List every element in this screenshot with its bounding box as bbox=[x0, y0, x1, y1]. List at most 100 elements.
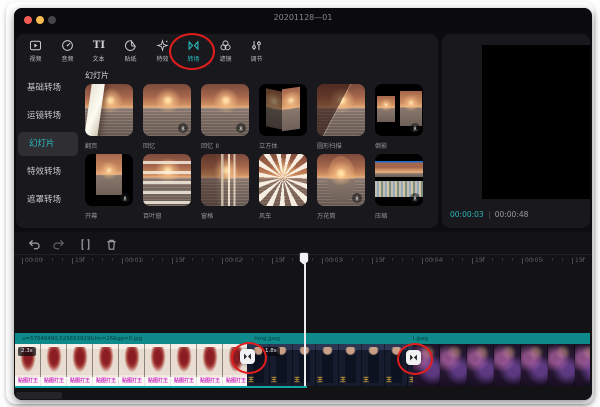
timeline-panel: 00:0015f00:0115f00:0215f00:0315f00:0415f… bbox=[14, 232, 592, 400]
transition-name: 倒影 bbox=[375, 140, 421, 150]
clip-name-bar: timg.jpeg bbox=[247, 333, 413, 344]
filmstrip-frame bbox=[575, 344, 590, 386]
clip-filmstrip: 贴图打王贴图打王贴图打王贴图打王贴图打王贴图打王贴图打王贴图打王贴图打王 bbox=[15, 344, 247, 386]
transition-name: 回忆 II bbox=[201, 140, 247, 150]
filmstrip-frame: 贴图打王 bbox=[171, 344, 197, 386]
transition-thumb-plain[interactable] bbox=[143, 84, 191, 136]
toolbar-item-label: 特效 bbox=[156, 53, 168, 62]
ruler-label: 00:01 bbox=[125, 257, 142, 264]
toolbar-item-label: 文本 bbox=[93, 53, 105, 62]
video-preview[interactable] bbox=[482, 45, 590, 199]
sidebar-item-4[interactable]: 特效转场 bbox=[16, 160, 80, 184]
transition-name: 回忆 bbox=[143, 140, 189, 150]
transition-cell: 开幕 bbox=[85, 154, 133, 220]
transition-cell: 窗格 bbox=[201, 154, 249, 220]
sidebar-item-1[interactable]: 基础转场 bbox=[16, 76, 80, 100]
transition-name: 翻页 bbox=[85, 140, 131, 150]
transition-name: 圆形扫描 bbox=[317, 140, 363, 150]
transition-name: 压缩 bbox=[375, 210, 421, 220]
app-window: 20201128—01 视频音频TI文本贴纸特效转场滤镜调节 基础转场运镜转场幻… bbox=[14, 8, 592, 400]
frame-caption: 贴图打王 bbox=[67, 377, 93, 386]
filmstrip-frame: 贴图打王 bbox=[197, 344, 223, 386]
download-icon bbox=[352, 193, 362, 203]
transition-cell: 立方体 bbox=[259, 84, 307, 150]
top-toolbar: 视频音频TI文本贴纸特效转场滤镜调节 bbox=[20, 37, 273, 65]
clip-filename: timg.jpeg bbox=[247, 335, 280, 341]
frame-caption: 王 bbox=[317, 375, 323, 384]
timeline-clip-3[interactable]: timg-4.jpeg bbox=[413, 333, 590, 386]
text-icon: TI bbox=[93, 39, 105, 52]
frame-caption: 贴图打王 bbox=[93, 377, 119, 386]
transition-effect-overlay bbox=[317, 84, 365, 136]
clip-duration-badge: 1.8s bbox=[262, 347, 280, 356]
clip-name-bar: u=57049490,525653929&fm=26&gp=0.jpg bbox=[15, 333, 247, 344]
frame-caption: 王 bbox=[363, 375, 369, 384]
applied-transition-marker-2[interactable] bbox=[406, 350, 421, 365]
timeline-clip-2[interactable]: timg.jpeg王王王王王王王王 bbox=[247, 333, 413, 386]
transition-thumb-wipe[interactable] bbox=[317, 84, 365, 136]
filmstrip-frame bbox=[440, 344, 467, 386]
transition-name: 立方体 bbox=[259, 140, 305, 150]
adjust-icon bbox=[250, 39, 263, 52]
total-time: 00:00:48 bbox=[495, 210, 529, 219]
frame-caption: 贴图打王 bbox=[171, 377, 197, 386]
transition-thumb-curtain[interactable] bbox=[85, 154, 133, 206]
timeline-clip-1[interactable]: u=57049490,525653929&fm=26&gp=0.jpg贴图打王贴… bbox=[15, 333, 247, 386]
clip-filename: timg-4.jpeg bbox=[413, 335, 428, 341]
transition-cell: 百叶窗 bbox=[143, 154, 191, 220]
applied-transition-marker-1[interactable] bbox=[240, 349, 255, 364]
transition-thumb-panes[interactable] bbox=[201, 154, 249, 206]
transition-thumb-cube[interactable] bbox=[259, 84, 307, 136]
filmstrip-frame: 王 bbox=[339, 344, 362, 386]
sidebar-item-3[interactable]: 幻灯片 bbox=[18, 132, 78, 156]
transition-name: 窗格 bbox=[201, 210, 247, 220]
toolbar-item-audio[interactable]: 音频 bbox=[52, 37, 84, 65]
toolbar-item-filter[interactable]: 滤镜 bbox=[210, 37, 242, 65]
transition-thumb-blinds[interactable] bbox=[143, 154, 191, 206]
transition-cell: 翻页 bbox=[85, 84, 133, 150]
ruler-label: 00:02 bbox=[225, 257, 242, 264]
transition-thumb-compress[interactable] bbox=[375, 154, 423, 206]
frame-caption: 王 bbox=[386, 375, 392, 384]
transition-thumb-plain[interactable] bbox=[201, 84, 249, 136]
transition-thumb-reflect[interactable] bbox=[375, 84, 423, 136]
frame-caption: 王 bbox=[340, 375, 346, 384]
transition-effect-overlay bbox=[143, 154, 191, 206]
transition-cell: 风车 bbox=[259, 154, 307, 220]
transition-thumb-pinwheel[interactable] bbox=[259, 154, 307, 206]
sidebar-item-2[interactable]: 运镜转场 bbox=[16, 104, 80, 128]
track-options-partial bbox=[16, 392, 62, 399]
toolbar-item-adjust[interactable]: 调节 bbox=[241, 37, 273, 65]
sidebar-item-5[interactable]: 遮罩转场 bbox=[16, 188, 80, 212]
toolbar-item-effects[interactable]: 特效 bbox=[146, 37, 178, 65]
sticker-icon bbox=[124, 39, 137, 52]
video-icon bbox=[29, 39, 42, 52]
toolbar-item-sticker[interactable]: 贴纸 bbox=[115, 37, 147, 65]
ruler-label: 15f bbox=[275, 257, 285, 264]
transition-effect-overlay bbox=[259, 84, 307, 136]
clip-filmstrip bbox=[413, 344, 590, 386]
ruler-label: 00:00 bbox=[25, 257, 42, 264]
split-button[interactable] bbox=[78, 237, 93, 252]
toolbar-item-text[interactable]: TI文本 bbox=[83, 37, 115, 65]
transition-name: 开幕 bbox=[85, 210, 131, 220]
toolbar-item-label: 调节 bbox=[251, 53, 263, 62]
timeline-toolbar bbox=[26, 237, 119, 252]
delete-button[interactable] bbox=[104, 237, 119, 252]
ruler-label: 15f bbox=[575, 257, 585, 264]
transition-thumb-page-curl[interactable] bbox=[85, 84, 133, 136]
toolbar-item-label: 贴纸 bbox=[125, 53, 137, 62]
filmstrip-frame: 王 bbox=[385, 344, 408, 386]
download-icon bbox=[410, 123, 420, 133]
toolbar-item-label: 音频 bbox=[61, 53, 73, 62]
transition-effect-overlay bbox=[201, 154, 249, 206]
redo-button[interactable] bbox=[52, 237, 67, 252]
toolbar-item-video[interactable]: 视频 bbox=[20, 37, 52, 65]
transition-thumb-kaleido[interactable] bbox=[317, 154, 365, 206]
toolbar-item-transition[interactable]: 转场 bbox=[178, 37, 210, 65]
undo-button[interactable] bbox=[26, 237, 41, 252]
download-icon bbox=[410, 193, 420, 203]
effects-icon bbox=[156, 39, 169, 52]
filmstrip-frame bbox=[467, 344, 494, 386]
download-icon bbox=[236, 123, 246, 133]
